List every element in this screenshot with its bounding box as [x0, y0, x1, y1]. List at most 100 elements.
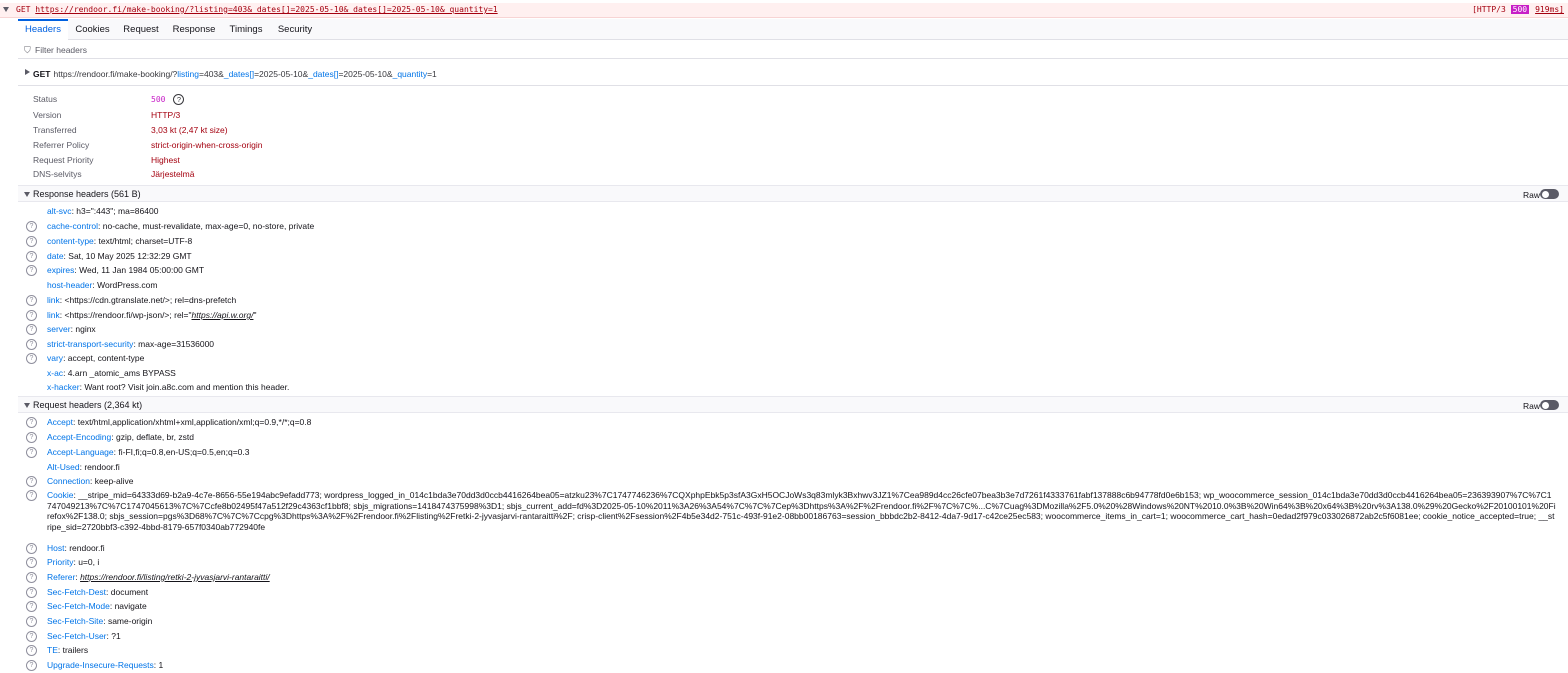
summary-value: Highest: [151, 155, 180, 165]
question-circle-icon[interactable]: ?: [26, 295, 37, 306]
question-circle-icon[interactable]: ?: [26, 265, 37, 276]
question-circle-icon[interactable]: ?: [26, 251, 37, 262]
header-name: content-type: [47, 236, 94, 246]
question-circle-icon[interactable]: ?: [26, 221, 37, 232]
header-link[interactable]: https://rendoor.fi/listing/retki-2-jyvas…: [80, 572, 270, 582]
header-link[interactable]: https://api.w.org/: [192, 310, 254, 320]
header-value: Sat, 10 May 2025 12:32:29 GMT: [68, 251, 192, 261]
header-name: Accept: [47, 417, 73, 427]
collapse-icon[interactable]: [24, 403, 30, 408]
question-circle-icon[interactable]: ?: [26, 631, 37, 642]
header-value: <https://rendoor.fi/wp-json/>; rel=": [64, 310, 192, 320]
header-name: expires: [47, 265, 75, 275]
details-tabbar: Headers Cookies Request Response Timings…: [18, 19, 1568, 40]
response-headers-section[interactable]: Response headers (561 B) Raw: [18, 185, 1568, 202]
header-value: navigate: [114, 601, 147, 611]
collapse-icon[interactable]: [3, 7, 9, 12]
summary-value: 500?: [151, 94, 185, 106]
header-value: document: [110, 587, 149, 597]
summary-url-row[interactable]: GET https://rendoor.fi/make-booking/?list…: [18, 60, 1568, 86]
header-value: h3=":443"; ma=86400: [76, 206, 159, 216]
header-value: rendoor.fi: [84, 462, 120, 472]
question-circle-icon[interactable]: ?: [26, 645, 37, 656]
question-circle-icon[interactable]: ?: [26, 339, 37, 350]
param-value: =2025-05-10&: [338, 69, 393, 79]
header-value: gzip, deflate, br, zstd: [116, 432, 194, 442]
header-value: u=0, i: [78, 557, 100, 567]
header-value: __stripe_mid=64333d69-b2a9-4c7e-8656-55e…: [47, 490, 1556, 532]
header-name: Sec-Fetch-Mode: [47, 601, 110, 611]
collapse-icon[interactable]: [24, 192, 30, 197]
header-value: text/html; charset=UTF-8: [98, 236, 193, 246]
header-name: TE: [47, 645, 58, 655]
header-value: keep-alive: [94, 476, 134, 486]
summary-label: Status: [33, 94, 58, 104]
summary-base-url: https://rendoor.fi/make-booking/?: [53, 69, 178, 79]
raw-toggle[interactable]: [1540, 189, 1559, 199]
request-method: GET: [16, 5, 31, 14]
question-circle-icon[interactable]: ?: [26, 236, 37, 247]
header-name: server: [47, 324, 71, 334]
header-value: accept, content-type: [67, 353, 145, 363]
tab-security[interactable]: Security: [272, 19, 318, 40]
tab-response[interactable]: Response: [168, 19, 220, 40]
header-value: 1: [158, 660, 164, 670]
question-circle-icon[interactable]: ?: [26, 310, 37, 321]
tab-headers[interactable]: Headers: [18, 19, 68, 40]
tab-cookies[interactable]: Cookies: [70, 19, 115, 40]
question-circle-icon[interactable]: ?: [26, 543, 37, 554]
header-value: text/html,application/xhtml+xml,applicat…: [77, 417, 312, 427]
question-circle-icon[interactable]: ?: [26, 587, 37, 598]
raw-label: Raw: [1522, 401, 1540, 411]
header-value: trailers: [62, 645, 89, 655]
header-value: ?1: [111, 631, 121, 641]
question-circle-icon[interactable]: ?: [26, 572, 37, 583]
question-circle-icon[interactable]: ?: [26, 490, 37, 501]
status-badge: 500: [1510, 5, 1530, 14]
summary-value: Järjestelmä: [151, 169, 195, 179]
header-name: Referer: [47, 572, 76, 582]
param-name: listing: [177, 69, 200, 79]
summary-label: DNS-selvitys: [33, 169, 82, 179]
summary-label: Version: [33, 110, 62, 120]
funnel-icon: ⛉: [24, 45, 31, 55]
question-circle-icon[interactable]: ?: [26, 353, 37, 364]
header-name: link: [47, 295, 60, 305]
header-value: WordPress.com: [97, 280, 158, 290]
request-line: GET https://rendoor.fi/make-booking/?lis…: [16, 5, 498, 14]
question-circle-icon[interactable]: ?: [173, 94, 185, 106]
header-value: ": [253, 310, 257, 320]
request-headers-section[interactable]: Request headers (2,364 kt) Raw: [18, 396, 1568, 413]
header-value: Want root? Visit join.a8c.com and mentio…: [84, 382, 290, 392]
summary-value: strict-origin-when-cross-origin: [151, 140, 263, 150]
request-row[interactable]: GET https://rendoor.fi/make-booking/?lis…: [0, 3, 1568, 18]
header-name: x-ac: [47, 368, 64, 378]
question-circle-icon[interactable]: ?: [26, 557, 37, 568]
question-circle-icon[interactable]: ?: [26, 616, 37, 627]
header-name: Host: [47, 543, 65, 553]
raw-toggle[interactable]: [1540, 400, 1559, 410]
filter-input[interactable]: Filter headers: [35, 45, 87, 55]
question-circle-icon[interactable]: ?: [26, 660, 37, 671]
param-name: _dates[]: [223, 69, 255, 79]
question-circle-icon[interactable]: ?: [26, 432, 37, 443]
section-title: Request headers (2,364 kt): [33, 400, 143, 410]
request-url[interactable]: https://rendoor.fi/make-booking/?listing…: [35, 5, 497, 14]
param-name: _quantity: [392, 69, 428, 79]
param-value: =2025-05-10&: [254, 69, 309, 79]
expand-icon[interactable]: [25, 69, 30, 75]
protocol-label: [HTTP/3: [1472, 5, 1506, 14]
header-name: Upgrade-Insecure-Requests: [47, 660, 154, 670]
status-code: 500: [151, 95, 166, 104]
filter-headers[interactable]: ⛉ Filter headers: [18, 41, 1568, 59]
question-circle-icon[interactable]: ?: [26, 476, 37, 487]
tab-timings[interactable]: Timings: [224, 19, 268, 40]
raw-label: Raw: [1522, 190, 1540, 200]
question-circle-icon[interactable]: ?: [26, 324, 37, 335]
question-circle-icon[interactable]: ?: [26, 601, 37, 612]
section-title: Response headers (561 B): [33, 189, 141, 199]
request-meta: [HTTP/3 500 919ms]: [1472, 5, 1564, 14]
question-circle-icon[interactable]: ?: [26, 447, 37, 458]
tab-request[interactable]: Request: [118, 19, 164, 40]
question-circle-icon[interactable]: ?: [26, 417, 37, 428]
